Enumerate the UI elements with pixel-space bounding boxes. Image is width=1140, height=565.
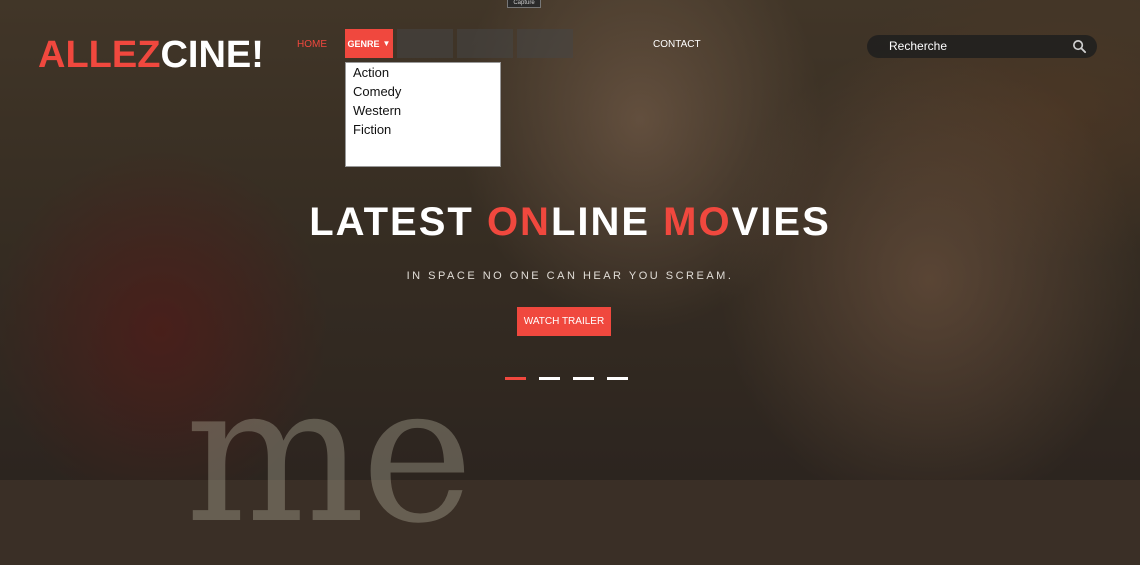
- genre-option-fiction[interactable]: Fiction: [353, 120, 493, 139]
- nav-genre-button[interactable]: GENRE ▼: [345, 29, 393, 58]
- carousel-dot-3[interactable]: [573, 377, 594, 380]
- search-bar[interactable]: Recherche: [867, 35, 1097, 58]
- nav-item-placeholder[interactable]: [517, 29, 573, 58]
- nav-item-placeholder[interactable]: [457, 29, 513, 58]
- nav-genre-label: GENRE: [347, 38, 380, 49]
- hero-title: LATEST ONLINE MOVIES: [0, 200, 1140, 245]
- genre-dropdown-menu: Action Comedy Western Fiction: [345, 62, 501, 167]
- carousel-indicators: [505, 377, 628, 380]
- search-input[interactable]: Recherche: [889, 39, 947, 53]
- capture-tag: Capture: [507, 0, 541, 8]
- carousel-dot-2[interactable]: [539, 377, 560, 380]
- dropdown-arrow-icon: ▼: [382, 39, 391, 48]
- watch-trailer-button[interactable]: WATCH TRAILER: [517, 307, 611, 336]
- hero-title-part-accent: ON: [486, 200, 551, 244]
- hero-title-part-accent: MO: [663, 200, 732, 244]
- nav-item-placeholder[interactable]: [397, 29, 453, 58]
- nav-home-link[interactable]: HOME: [297, 39, 327, 50]
- logo-part-2: CINE!: [160, 34, 264, 76]
- carousel-dot-4[interactable]: [607, 377, 628, 380]
- hero-watermark-text: me: [185, 344, 474, 565]
- site-logo[interactable]: ALLEZCINE!: [38, 36, 264, 74]
- genre-option-comedy[interactable]: Comedy: [353, 82, 493, 101]
- logo-part-1: ALLEZ: [38, 34, 161, 76]
- hero-subtitle: IN SPACE NO ONE CAN HEAR YOU SCREAM.: [406, 270, 734, 282]
- hero-title-part: LATEST: [309, 200, 487, 244]
- hero-title-part: VIES: [731, 200, 831, 244]
- carousel-dot-1[interactable]: [505, 377, 526, 380]
- search-icon[interactable]: [1072, 39, 1087, 54]
- nav-contact-link[interactable]: CONTACT: [653, 39, 701, 50]
- hero-title-part: LINE: [550, 200, 664, 244]
- genre-option-western[interactable]: Western: [353, 101, 493, 120]
- genre-option-action[interactable]: Action: [353, 63, 493, 82]
